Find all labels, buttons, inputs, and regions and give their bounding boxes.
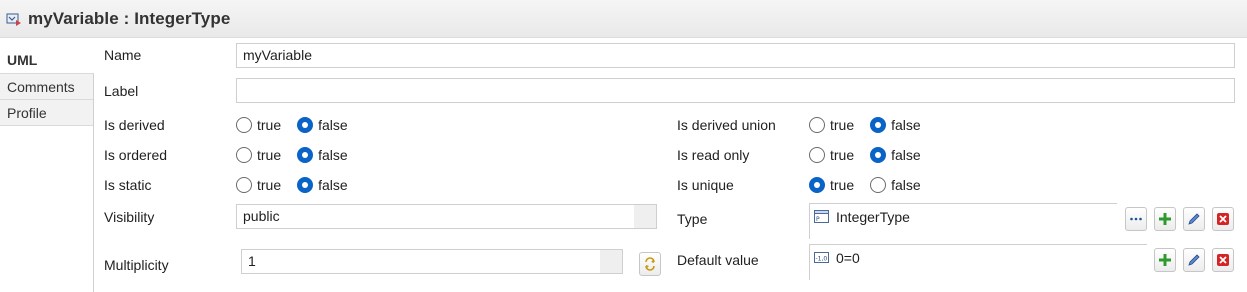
visibility-value: public bbox=[243, 208, 280, 224]
ellipsis-icon bbox=[1130, 217, 1142, 221]
is-static-true-radio[interactable]: true bbox=[236, 177, 281, 193]
radio-label: false bbox=[891, 177, 921, 193]
multiplicity-value: 1 bbox=[248, 253, 256, 269]
radio-label: true bbox=[830, 117, 855, 133]
radio-dot-icon bbox=[809, 117, 825, 133]
name-field[interactable]: myVariable bbox=[236, 43, 1235, 68]
pencil-icon bbox=[1188, 254, 1200, 266]
is-derived-union-true-radio[interactable]: true bbox=[809, 117, 854, 133]
delete-icon bbox=[1217, 213, 1229, 225]
type-reference-field[interactable]: P IntegerType bbox=[809, 203, 1117, 239]
literal-integer-icon: -1,0 bbox=[814, 252, 829, 263]
switch-editor-icon bbox=[645, 257, 655, 271]
radio-label: true bbox=[830, 147, 855, 163]
edit-type-button[interactable] bbox=[1183, 207, 1205, 231]
radio-dot-icon bbox=[809, 177, 825, 193]
editor-header: myVariable : IntegerType bbox=[0, 0, 1247, 38]
is-unique-label: Is unique bbox=[677, 177, 734, 193]
radio-dot-icon bbox=[870, 177, 887, 193]
multiplicity-scroll-area bbox=[600, 250, 622, 273]
delete-type-button[interactable] bbox=[1212, 207, 1234, 231]
radio-label: false bbox=[891, 117, 921, 133]
is-derived-false-radio[interactable]: false bbox=[297, 117, 348, 133]
label-field[interactable] bbox=[236, 78, 1235, 103]
tab-uml[interactable]: UML bbox=[0, 38, 94, 74]
is-derived-union-false-radio[interactable]: false bbox=[870, 117, 921, 133]
default-value-field[interactable]: -1,0 0=0 bbox=[809, 244, 1147, 280]
radio-label: false bbox=[318, 177, 348, 193]
name-label: Name bbox=[104, 47, 142, 63]
is-derived-true-radio[interactable]: true bbox=[236, 117, 281, 133]
radio-label: false bbox=[891, 147, 921, 163]
is-unique-true-radio[interactable]: true bbox=[809, 177, 854, 193]
plus-icon bbox=[1159, 213, 1171, 225]
is-ordered-label: Is ordered bbox=[104, 147, 168, 163]
property-tabs: UML Comments Profile bbox=[0, 38, 94, 292]
tab-comments[interactable]: Comments bbox=[0, 74, 93, 100]
radio-dot-icon bbox=[236, 117, 252, 133]
is-derived-union-radio-group: true false bbox=[809, 117, 937, 133]
is-static-radio-group: true false bbox=[236, 177, 364, 193]
visibility-label: Visibility bbox=[104, 209, 155, 225]
radio-dot-icon bbox=[809, 147, 825, 163]
visibility-select[interactable]: public bbox=[236, 204, 657, 229]
radio-label: true bbox=[257, 177, 282, 193]
pencil-icon bbox=[1188, 213, 1200, 225]
type-value: IntegerType bbox=[836, 209, 910, 225]
multiplicity-label: Multiplicity bbox=[104, 257, 169, 273]
is-static-false-radio[interactable]: false bbox=[297, 177, 348, 193]
radio-dot-icon bbox=[870, 117, 887, 133]
tab-profile[interactable]: Profile bbox=[0, 100, 93, 126]
svg-text:-1,0: -1,0 bbox=[816, 256, 828, 263]
radio-dot-icon bbox=[297, 177, 314, 193]
radio-dot-icon bbox=[870, 147, 887, 163]
is-read-only-label: Is read only bbox=[677, 147, 750, 163]
radio-label: false bbox=[318, 117, 348, 133]
page-title: myVariable : IntegerType bbox=[28, 8, 231, 28]
create-default-value-button[interactable] bbox=[1154, 248, 1176, 272]
variable-icon bbox=[6, 13, 21, 26]
primitive-type-icon: P bbox=[814, 210, 829, 223]
create-type-button[interactable] bbox=[1154, 207, 1176, 231]
label-label: Label bbox=[104, 83, 139, 99]
is-derived-label: Is derived bbox=[104, 117, 165, 133]
is-static-label: Is static bbox=[104, 177, 152, 193]
radio-label: true bbox=[830, 177, 855, 193]
is-derived-radio-group: true false bbox=[236, 117, 364, 133]
multiplicity-field[interactable]: 1 bbox=[241, 249, 623, 274]
svg-text:P: P bbox=[816, 216, 820, 223]
radio-label: false bbox=[318, 147, 348, 163]
edit-default-value-button[interactable] bbox=[1183, 248, 1205, 272]
is-unique-radio-group: true false bbox=[809, 177, 937, 193]
is-read-only-radio-group: true false bbox=[809, 147, 937, 163]
is-read-only-false-radio[interactable]: false bbox=[870, 147, 921, 163]
is-ordered-radio-group: true false bbox=[236, 147, 364, 163]
plus-icon bbox=[1159, 254, 1171, 266]
type-label: Type bbox=[677, 211, 708, 227]
default-value-value: 0=0 bbox=[836, 250, 860, 266]
is-read-only-true-radio[interactable]: true bbox=[809, 147, 854, 163]
default-value-label: Default value bbox=[677, 252, 759, 268]
delete-default-value-button[interactable] bbox=[1212, 248, 1234, 272]
radio-dot-icon bbox=[236, 147, 252, 163]
radio-dot-icon bbox=[236, 177, 252, 193]
is-unique-false-radio[interactable]: false bbox=[870, 177, 921, 193]
edit-multiplicity-button[interactable] bbox=[639, 252, 661, 276]
is-ordered-false-radio[interactable]: false bbox=[297, 147, 348, 163]
radio-label: true bbox=[257, 147, 282, 163]
radio-dot-icon bbox=[297, 147, 314, 163]
radio-dot-icon bbox=[297, 117, 314, 133]
browse-type-button[interactable] bbox=[1125, 207, 1147, 231]
is-derived-union-label: Is derived union bbox=[677, 117, 776, 133]
radio-label: true bbox=[257, 117, 282, 133]
delete-icon bbox=[1217, 254, 1229, 266]
is-ordered-true-radio[interactable]: true bbox=[236, 147, 281, 163]
visibility-dropdown-area[interactable] bbox=[634, 205, 656, 228]
